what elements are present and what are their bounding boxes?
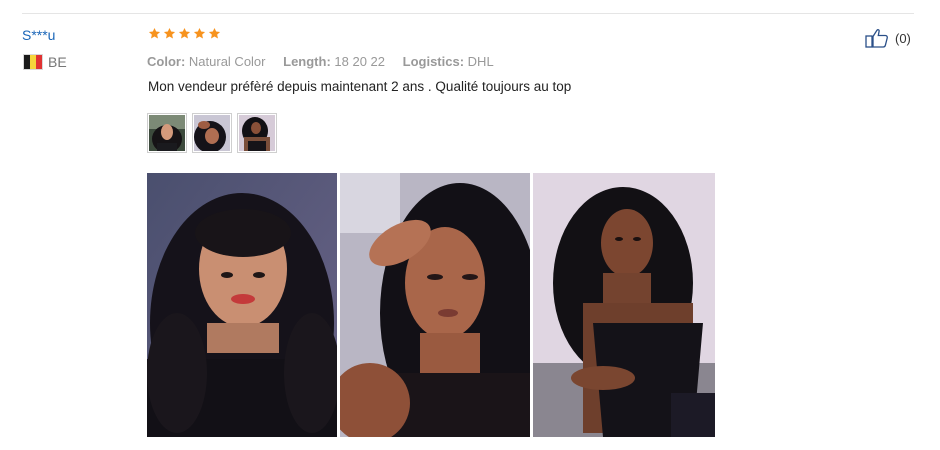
star-icon (163, 27, 176, 39)
review-thumbnail-1[interactable] (147, 113, 187, 153)
thumbnail-image-2 (194, 115, 230, 151)
review-thumbnail-3[interactable] (237, 113, 277, 153)
review-thumbnails (147, 113, 277, 153)
attribute-color-label: Color: (147, 54, 186, 69)
attribute-logistics-value: DHL (467, 54, 494, 69)
order-attributes: Color: Natural Color Length: 18 20 22 Lo… (147, 54, 508, 69)
review-photo-2-image (340, 173, 530, 437)
review-thumbnail-2[interactable] (192, 113, 232, 153)
attribute-color: Color: Natural Color (147, 54, 266, 69)
thumbnail-image-1 (149, 115, 185, 151)
review-photo-1-image (147, 173, 337, 437)
attribute-logistics: Logistics: DHL (403, 54, 494, 69)
review-photo-1[interactable] (147, 173, 337, 437)
attribute-length-value: 18 20 22 (334, 54, 386, 69)
helpful-count: (0) (895, 30, 911, 46)
reviewer-country: BE (23, 53, 67, 71)
reviewer-name[interactable]: S***u (22, 27, 55, 43)
attribute-length-label: Length: (283, 54, 331, 69)
attribute-color-value: Natural Color (188, 54, 266, 69)
star-icon (148, 27, 161, 39)
thumbnail-image-3 (239, 115, 275, 151)
helpful-button[interactable]: (0) (865, 28, 911, 48)
attribute-logistics-label: Logistics: (402, 54, 465, 69)
review-photo-2[interactable] (340, 173, 530, 437)
star-icon (193, 27, 206, 39)
star-rating (148, 27, 221, 40)
review-photo-3[interactable] (533, 173, 715, 437)
star-icon (178, 27, 191, 39)
thumbs-up-icon (865, 29, 888, 48)
review-photo-3-image (533, 173, 715, 437)
review-text: Mon vendeur préfèré depuis maintenant 2 … (148, 79, 572, 94)
belgium-flag-icon (23, 54, 43, 70)
attribute-length: Length: 18 20 22 (283, 54, 385, 69)
review-divider (22, 13, 914, 14)
flag-stripe-red (36, 55, 42, 69)
star-icon (208, 27, 221, 39)
country-code: BE (48, 54, 67, 70)
